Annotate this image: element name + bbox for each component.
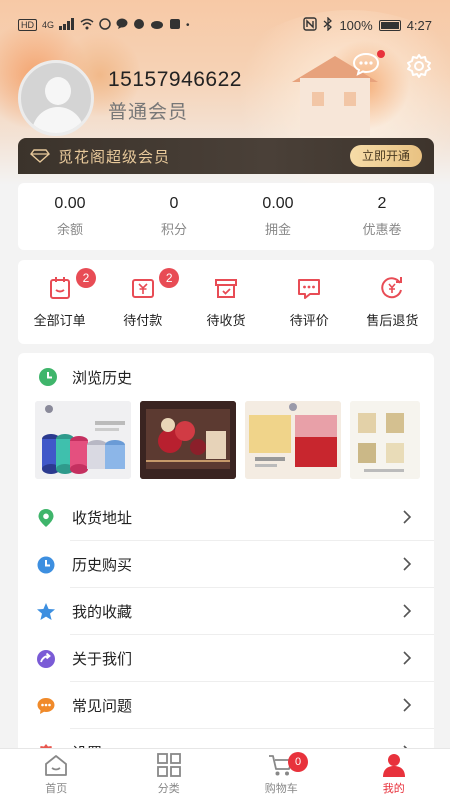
history-thumb-flower-gift-box[interactable] [140, 401, 236, 479]
menu-card: 浏览历史 收货地址 历史购买 我的收藏 关于我们 常见问题 [18, 353, 434, 763]
order-label: 待收货 [206, 313, 246, 328]
order-label: 全部订单 [33, 313, 86, 328]
history-thumbnails [18, 401, 434, 481]
history-clock-icon [39, 368, 57, 386]
history-thumb-ribbon-spools[interactable] [350, 401, 420, 479]
battery-icon [378, 19, 401, 31]
menu-item-about-us[interactable]: 关于我们 [18, 635, 434, 682]
cart-count-badge: 0 [288, 752, 308, 772]
tab-label: 我的 [382, 783, 405, 795]
stat-label: 优惠卷 [362, 222, 402, 237]
home-icon [45, 755, 68, 776]
bluetooth-icon [323, 15, 333, 34]
stat-commission[interactable]: 0.00 拥金 [226, 183, 330, 250]
chevron-right-icon [403, 604, 412, 618]
order-pending-payment[interactable]: 待付款 2 [101, 260, 184, 344]
order-label: 待评价 [289, 313, 329, 328]
tab-home[interactable]: 首页 [0, 749, 113, 800]
app-notification-icon [99, 17, 111, 33]
menu-item-label: 历史购买 [72, 557, 133, 574]
history-title: 浏览历史 [72, 369, 133, 387]
history-header[interactable]: 浏览历史 [18, 353, 434, 401]
stat-label: 积分 [160, 222, 187, 237]
arrow-circle-icon [37, 649, 55, 668]
order-all[interactable]: 全部订单 2 [18, 260, 101, 344]
wifi-icon [80, 18, 94, 33]
stat-value: 2 [377, 195, 387, 212]
stat-balance[interactable]: 0.00 余额 [18, 183, 122, 250]
chevron-right-icon [403, 510, 412, 524]
history-thumb-soap-flower-box[interactable] [245, 401, 341, 479]
stat-label: 拥金 [264, 222, 291, 237]
clock-icon [37, 556, 55, 573]
order-after-sales[interactable]: 售后退货 [351, 260, 434, 344]
chevron-right-icon [403, 557, 412, 571]
network-label: HD [18, 19, 37, 31]
settings-gear-icon[interactable] [405, 52, 433, 80]
stat-value: 0.00 [262, 195, 294, 212]
menu-item-label: 关于我们 [72, 651, 133, 668]
member-level: 普通会员 [108, 102, 189, 123]
star-icon [37, 602, 55, 620]
more-notifications-icon: • [186, 19, 190, 31]
chevron-right-icon [403, 698, 412, 712]
stat-value: 0 [169, 195, 179, 212]
user-icon [382, 754, 405, 777]
grid-icon [156, 753, 181, 777]
tab-label: 购物车 [264, 783, 298, 795]
stat-points[interactable]: 0 积分 [122, 183, 226, 250]
tab-mine[interactable]: 我的 [338, 749, 450, 800]
tab-cart[interactable]: 购物车 0 [225, 749, 338, 800]
menu-item-label: 收货地址 [72, 510, 133, 527]
chevron-right-icon [403, 651, 412, 665]
order-shortcuts: 全部订单 2 待付款 2 待收货 待评价 售后退货 [18, 260, 434, 344]
message-icon[interactable] [352, 52, 380, 76]
stat-value: 0.00 [54, 195, 86, 212]
comment-icon [298, 279, 321, 299]
bottom-tab-bar: 首页 分类 购物车 0 我的 [0, 748, 450, 800]
status-bar: HD 4G • 100% 4:27 [0, 0, 450, 50]
app-notification-icon-2 [133, 18, 145, 33]
menu-item-label: 常见问题 [72, 698, 133, 715]
diamond-icon [30, 149, 50, 163]
refund-icon [381, 277, 403, 299]
order-badge: 2 [76, 268, 96, 288]
box-icon [215, 279, 237, 298]
vip-banner[interactable]: 觅花阁超级会员 立即开通 [18, 138, 434, 174]
order-badge: 2 [159, 268, 180, 288]
menu-item-favorites[interactable]: 我的收藏 [18, 588, 434, 635]
nfc-icon [303, 16, 318, 34]
vip-open-button[interactable]: 立即开通 [349, 145, 422, 167]
location-icon [38, 508, 54, 527]
chat-notification-icon [116, 18, 128, 33]
tab-category[interactable]: 分类 [113, 749, 226, 800]
order-pending-review[interactable]: 待评价 [268, 260, 351, 344]
app-notification-icon-3 [169, 18, 181, 33]
order-pending-receipt[interactable]: 待收货 [184, 260, 267, 344]
unread-dot [377, 50, 385, 58]
avatar[interactable] [18, 60, 94, 136]
menu-item-purchase-history[interactable]: 历史购买 [18, 541, 434, 588]
battery-percent: 100% [339, 17, 373, 33]
signal-icon [59, 17, 75, 33]
tab-label: 分类 [157, 783, 180, 795]
wallet-icon [131, 279, 154, 298]
menu-item-faq[interactable]: 常见问题 [18, 682, 434, 729]
order-label: 售后退货 [366, 313, 419, 328]
menu-item-label: 我的收藏 [72, 604, 133, 621]
signal-label: 4G [42, 20, 55, 30]
menu-item-address[interactable]: 收货地址 [18, 494, 434, 541]
chat-dots-icon [37, 697, 55, 714]
vip-title: 觅花阁超级会员 [58, 148, 171, 166]
stat-coupons[interactable]: 2 优惠卷 [330, 183, 434, 250]
history-thumb-ribbon-rolls[interactable] [35, 401, 131, 479]
clock-time: 4:27 [406, 17, 432, 33]
tab-label: 首页 [45, 783, 68, 795]
order-list-icon [49, 277, 70, 299]
account-stats: 0.00 余额 0 积分 0.00 拥金 2 优惠卷 [18, 183, 434, 250]
stat-label: 余额 [56, 222, 83, 237]
cloud-icon [150, 19, 164, 32]
user-phone: 15157946622 [108, 68, 242, 91]
order-label: 待付款 [123, 313, 163, 328]
